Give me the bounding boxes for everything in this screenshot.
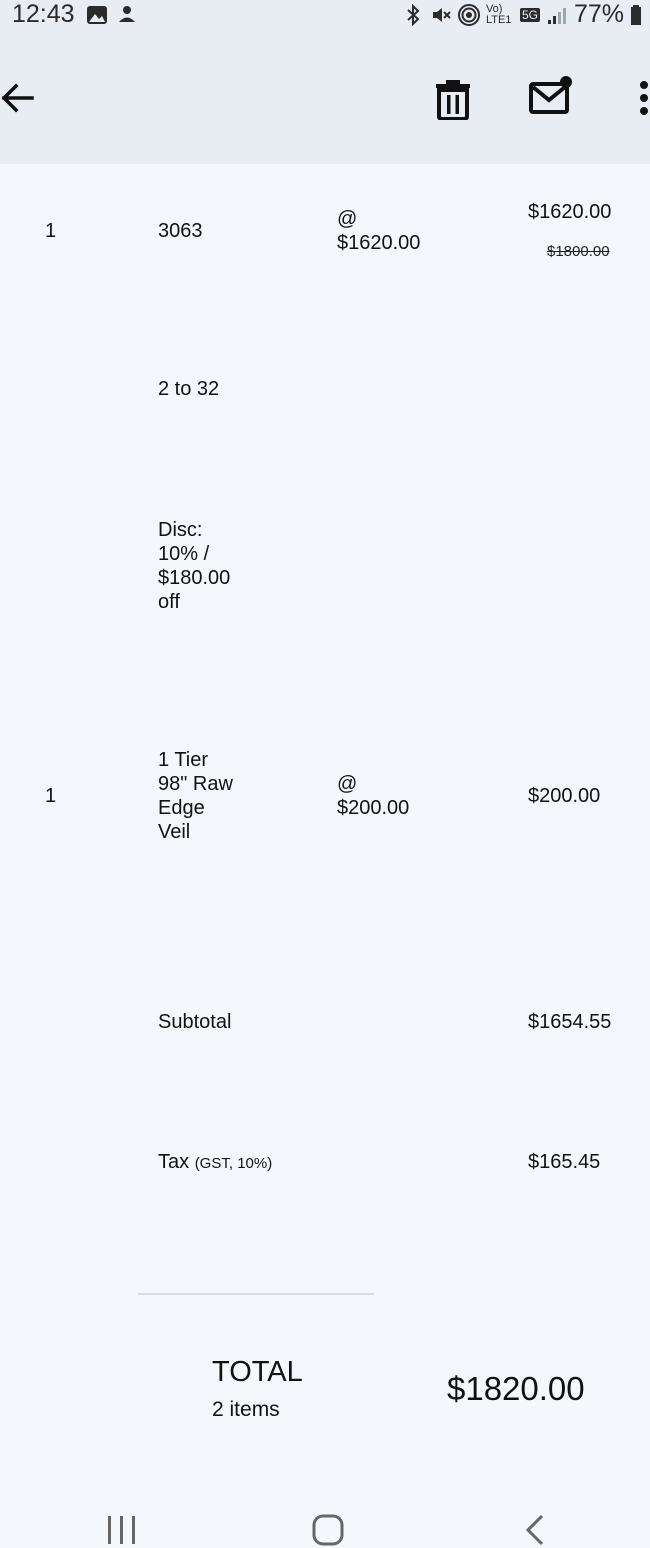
battery-icon	[631, 4, 641, 25]
item-at-symbol: @	[337, 773, 358, 795]
arrow-left-icon[interactable]	[0, 78, 40, 118]
bluetooth-icon	[407, 3, 420, 26]
item-name-line: Veil	[158, 821, 191, 843]
item-name: 1 Tier 98" Raw Edge Veil	[158, 748, 233, 844]
discount-line: off	[158, 591, 180, 613]
item-name-line: 1 Tier	[158, 749, 209, 771]
total-item-count: 2 items	[212, 1398, 280, 1421]
total-label: TOTAL	[212, 1356, 303, 1388]
mail-icon[interactable]	[528, 76, 576, 116]
network-label: 5G	[519, 7, 540, 22]
item-line-total: $200.00	[528, 785, 601, 807]
item-name-line: Edge	[158, 797, 205, 819]
gallery-icon	[87, 6, 107, 24]
item-name: 3063	[158, 220, 203, 242]
subtotal-label: Subtotal	[158, 1011, 232, 1033]
status-bar: 12:43 Vo) LTE1 5G 77%	[0, 0, 650, 36]
item-original-total: $1800.00	[547, 243, 610, 260]
chevron-back-icon[interactable]	[518, 1512, 554, 1548]
app-bar	[0, 36, 650, 164]
item-discount: Disc: 10% / $180.00 off	[158, 518, 230, 614]
item-size-range: 2 to 32	[158, 378, 220, 400]
item-unit-price: $1620.00	[337, 232, 421, 254]
status-left-icons	[86, 4, 138, 26]
invoice-detail: 1 3063 @ $1620.00 $1620.00 $1800.00 2 to…	[0, 164, 650, 1484]
volte-label: Vo) LTE1	[485, 2, 512, 26]
recents-icon[interactable]	[104, 1512, 140, 1548]
more-vert-icon[interactable]	[632, 80, 650, 120]
subtotal-value: $1654.55	[528, 1011, 612, 1033]
trash-icon[interactable]	[432, 76, 474, 120]
tax-detail: (GST, 10%)	[194, 1155, 273, 1172]
item-at-symbol: @	[337, 208, 358, 230]
tax-label-row: Tax (GST, 10%)	[158, 1150, 272, 1176]
hands-icon	[119, 6, 135, 22]
tax-value: $165.45	[528, 1151, 601, 1173]
home-icon[interactable]	[310, 1512, 346, 1548]
status-right: Vo) LTE1 5G 77%	[402, 0, 642, 29]
item-name-line: 98" Raw	[158, 773, 233, 795]
status-time: 12:43	[12, 0, 75, 28]
system-nav-bar	[0, 1484, 650, 1547]
item-line-total: $1620.00	[528, 201, 612, 223]
item-qty: 1	[45, 220, 57, 242]
discount-line: $180.00	[158, 567, 231, 589]
total-amount: $1820.00	[447, 1370, 585, 1407]
tax-label: Tax	[158, 1151, 190, 1173]
signal-icon	[547, 7, 566, 24]
discount-line: Disc:	[158, 519, 203, 541]
hotspot-icon	[457, 3, 480, 26]
mute-icon	[432, 7, 451, 22]
battery-percent: 77%	[573, 0, 624, 28]
discount-line: 10% /	[158, 543, 210, 565]
total-divider	[138, 1293, 374, 1295]
item-unit-price: $200.00	[337, 797, 410, 819]
item-qty: 1	[45, 785, 57, 807]
